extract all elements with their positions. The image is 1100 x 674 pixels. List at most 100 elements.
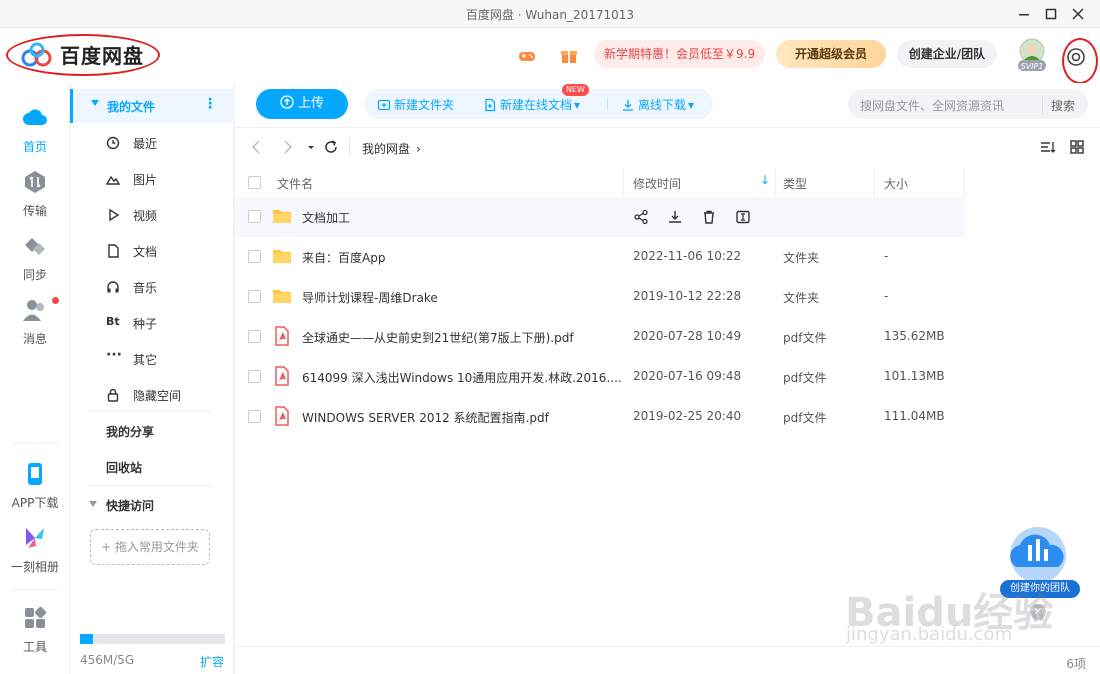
rail-item-tools[interactable]: 工具 [0, 605, 70, 655]
breadcrumb-root[interactable]: 我的网盘 [362, 142, 410, 156]
nav-divider [88, 411, 212, 412]
download-icon[interactable] [667, 209, 683, 225]
new-folder-button[interactable]: 新建文件夹 [377, 96, 454, 113]
row-checkbox[interactable] [248, 370, 261, 383]
share-icon[interactable] [633, 209, 649, 225]
title-bar: 百度网盘 · Wuhan_20171013 [0, 0, 1100, 28]
text-extract-icon[interactable] [735, 209, 751, 225]
file-modified-time: 2020-07-28 10:49 [633, 329, 742, 343]
rail-item-home[interactable]: 首页 [0, 105, 70, 155]
file-modified-time: 2019-02-25 20:40 [633, 409, 742, 423]
col-modified-time[interactable]: 修改时间 [633, 175, 681, 192]
new-online-doc-label: 新建在线文档 [500, 98, 573, 112]
row-checkbox[interactable] [248, 410, 261, 423]
row-checkbox[interactable] [248, 330, 261, 343]
home-cloud-icon [23, 109, 47, 125]
row-checkbox[interactable] [248, 250, 261, 263]
rail-label: 工具 [22, 640, 47, 654]
column-separator [775, 167, 776, 197]
transfer-icon [25, 171, 45, 193]
file-name[interactable]: 来自：百度App [302, 249, 622, 266]
rail-item-transfer[interactable]: 传输 [0, 169, 70, 219]
offline-download-button[interactable]: 离线下载 ▾ [621, 96, 694, 113]
more-options-icon[interactable]: ⋮ [203, 96, 217, 112]
gift-icon[interactable] [559, 46, 579, 66]
minimize-button[interactable] [1014, 4, 1034, 24]
table-row[interactable]: 文档加工 [235, 197, 965, 237]
row-checkbox[interactable] [248, 210, 261, 223]
row-checkbox[interactable] [248, 290, 261, 303]
nav-item-other[interactable]: ··· 其它 [70, 341, 234, 375]
sort-list-icon[interactable] [1040, 139, 1056, 155]
avatar-icon: SVIP1 [1018, 38, 1046, 71]
rail-item-moments-album[interactable]: 一刻相册 [0, 525, 70, 575]
search-input[interactable]: 搜网盘文件、全网资源资讯 [860, 97, 1004, 114]
select-all-checkbox[interactable] [248, 176, 261, 189]
maximize-icon [1045, 8, 1057, 20]
quick-access-triangle-icon [89, 501, 97, 507]
col-name[interactable]: 文件名 [277, 175, 313, 192]
file-name[interactable]: 文档加工 [302, 209, 622, 226]
nav-item-images[interactable]: 图片 [70, 161, 234, 195]
file-size: - [884, 289, 889, 303]
delete-trash-icon[interactable] [701, 209, 717, 225]
file-size: 101.13MB [884, 369, 945, 383]
col-size[interactable]: 大小 [884, 175, 908, 192]
nav-my-files[interactable]: 我的文件 ⋮ [70, 89, 234, 123]
online-doc-icon [485, 98, 496, 112]
nav-divider [88, 485, 212, 486]
user-avatar[interactable]: SVIP1 [1012, 38, 1052, 72]
nav-item-label: 音乐 [133, 281, 158, 295]
column-separator [623, 167, 624, 197]
open-vip-button[interactable]: 开通超级会员 [776, 40, 886, 68]
nav-quick-access[interactable]: 快捷访问 [106, 497, 154, 514]
rail-label: 传输 [22, 204, 47, 218]
file-name[interactable]: 全球通史——从史前史到21世纪(第7版上下册).pdf [302, 329, 622, 346]
nav-my-share[interactable]: 我的分享 [106, 423, 154, 440]
table-row[interactable]: 导师计划课程-周维Drake 2019-10-12 22:28 文件夹 - [235, 277, 965, 317]
file-type: 文件夹 [783, 251, 820, 265]
new-badge: NEW [562, 84, 589, 96]
col-type[interactable]: 类型 [783, 175, 807, 192]
history-dropdown-icon[interactable] [303, 139, 319, 155]
grid-view-icon[interactable] [1069, 139, 1085, 155]
back-arrow-icon[interactable] [249, 139, 265, 155]
phone-icon [28, 463, 42, 485]
nav-recycle-bin[interactable]: 回收站 [106, 459, 142, 476]
maximize-button[interactable] [1041, 4, 1061, 24]
expand-storage-link[interactable]: 扩容 [200, 653, 224, 670]
search-button[interactable]: 搜索 [1042, 97, 1075, 114]
file-name[interactable]: WINDOWS SERVER 2012 系统配置指南.pdf [302, 409, 622, 426]
file-name[interactable]: 导师计划课程-周维Drake [302, 289, 622, 306]
nav-item-hidden-space[interactable]: 隐藏空间 [70, 377, 234, 411]
nav-item-label: 其它 [133, 353, 158, 367]
table-row[interactable]: 全球通史——从史前史到21世纪(第7版上下册).pdf 2020-07-28 10… [235, 317, 965, 357]
breadcrumb[interactable]: 我的网盘 › [362, 140, 421, 157]
nav-item-music[interactable]: 音乐 [70, 269, 234, 303]
game-controller-icon[interactable] [517, 46, 537, 66]
rail-item-sync[interactable]: 同步 [0, 233, 70, 283]
file-name[interactable]: 614099 深入浅出Windows 10通用应用开发.林政.2016.... [302, 369, 622, 386]
new-online-doc-button[interactable]: 新建在线文档 ▾ [483, 96, 580, 113]
promo-banner[interactable]: 新学期特惠！会员低至￥9.9 [594, 40, 766, 68]
nav-item-recent[interactable]: 最近 [70, 125, 234, 159]
nav-item-documents[interactable]: 文档 [70, 233, 234, 267]
rail-item-app-download[interactable]: APP下载 [0, 461, 70, 511]
upload-button[interactable]: 上传 [256, 89, 348, 119]
rail-item-messages[interactable]: 消息 [0, 297, 70, 347]
nav-item-torrents[interactable]: Bt 种子 [70, 305, 234, 339]
table-row[interactable]: 614099 深入浅出Windows 10通用应用开发.林政.2016.... 2… [235, 357, 965, 397]
search-box[interactable]: 搜网盘文件、全网资源资讯 搜索 [848, 89, 1088, 119]
drop-folder-zone[interactable]: + 拖入常用文件夹 [90, 529, 210, 565]
nav-item-videos[interactable]: 视频 [70, 197, 234, 231]
pdf-file-icon [275, 326, 289, 346]
close-button[interactable] [1068, 4, 1088, 24]
table-row[interactable]: 来自：百度App 2022-11-06 10:22 文件夹 - [235, 237, 965, 277]
sort-desc-arrow-icon: ↓ [760, 173, 771, 187]
create-enterprise-button[interactable]: 创建企业/团队 [897, 40, 997, 68]
table-row[interactable]: WINDOWS SERVER 2012 系统配置指南.pdf 2019-02-25… [235, 397, 965, 437]
storage-usage-text: 456M/5G [80, 653, 135, 667]
path-separator [349, 138, 350, 156]
forward-arrow-icon[interactable] [279, 139, 295, 155]
refresh-icon[interactable] [323, 139, 339, 155]
